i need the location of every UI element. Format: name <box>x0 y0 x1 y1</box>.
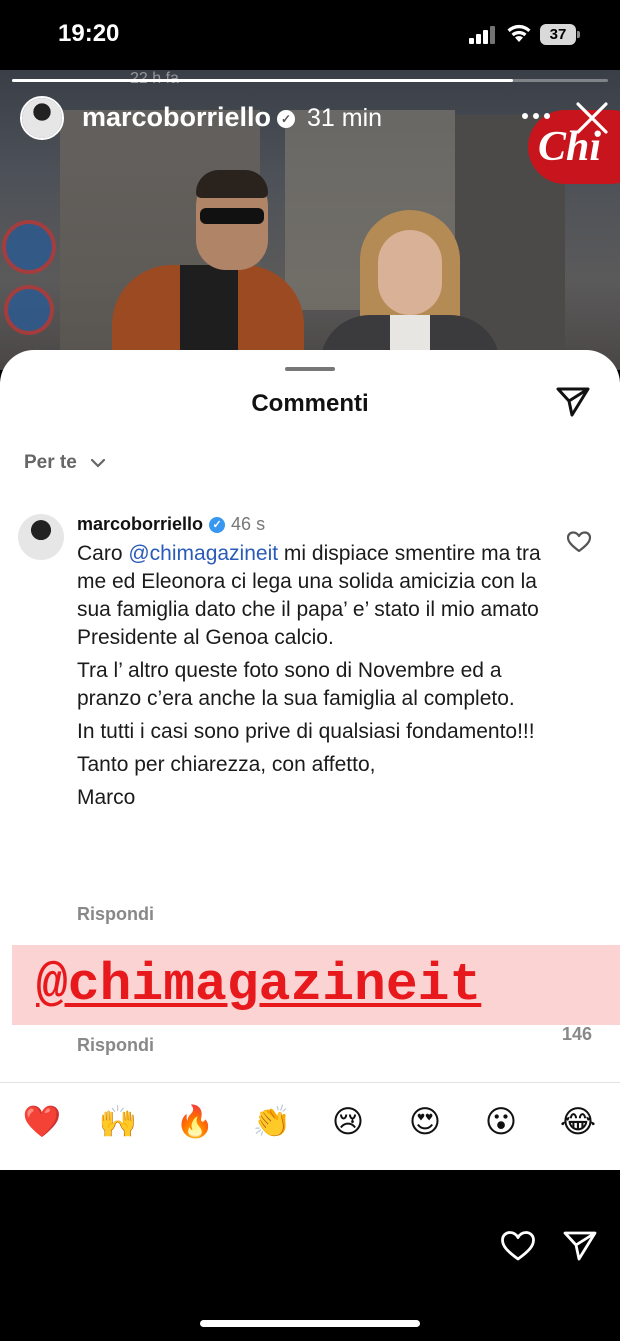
home-indicator[interactable] <box>200 1320 420 1327</box>
more-icon[interactable] <box>522 106 558 126</box>
emoji-reaction-bar: ❤️ 🙌 🔥 👏 😢 😍 😮 😂 <box>0 1102 620 1150</box>
sheet-title: Commenti <box>251 390 369 417</box>
emoji-surprised[interactable]: 😮 <box>481 1102 521 1142</box>
photo-person-woman <box>320 210 500 370</box>
likes-count: 146 <box>562 1024 593 1044</box>
comment-avatar[interactable] <box>18 514 64 560</box>
close-icon[interactable] <box>574 100 610 136</box>
comment-time: 46 s <box>231 514 266 534</box>
battery-icon: 37 <box>540 24 580 45</box>
comment-paragraph: Marco <box>77 786 136 809</box>
reply-button[interactable]: Rispondi <box>77 904 154 925</box>
street-sign <box>4 285 54 335</box>
mention-sticker-text[interactable]: @chimagazineit <box>36 955 481 1015</box>
share-icon[interactable] <box>555 386 591 418</box>
story-header: marcoborriello ✓ 31 min <box>0 92 620 144</box>
comment-paragraph: Caro @chimagazineit mi dispiace smentire… <box>77 542 541 649</box>
street-sign <box>2 220 56 274</box>
comment-filter-dropdown[interactable]: Per te <box>24 452 106 474</box>
reply-button[interactable]: Rispondi <box>77 1035 154 1056</box>
verified-icon: ✓ <box>209 517 226 534</box>
wifi-icon <box>507 24 531 42</box>
comment-username[interactable]: marcoborriello <box>77 514 203 534</box>
comments-sheet: Commenti Per te marcoborriello ✓ 46 s Caro… <box>0 350 620 1170</box>
comment-text: Caro @chimagazineit mi dispiace smentire… <box>77 540 547 817</box>
comment-paragraph: Tra l’ altro queste foto sono di Novembr… <box>77 659 515 710</box>
emoji-heart-eyes[interactable]: 😍 <box>405 1102 445 1142</box>
story-username-text[interactable]: marcoborriello <box>82 102 271 132</box>
emoji-heart[interactable]: ❤️ <box>22 1102 62 1142</box>
comment-paragraph: Tanto per chiarezza, con affetto, <box>77 753 376 776</box>
like-comment-heart-icon[interactable] <box>566 530 592 554</box>
emoji-laughing[interactable]: 😂 <box>558 1102 598 1142</box>
story-bottom-bar <box>0 1170 620 1341</box>
signal-icon <box>469 26 499 44</box>
story-mention-sticker[interactable]: @chimagazineit <box>12 945 620 1025</box>
sheet-grabber[interactable] <box>285 367 335 371</box>
filter-label: Per te <box>24 452 77 473</box>
story-username[interactable]: marcoborriello ✓ <box>82 102 296 133</box>
emoji-fire[interactable]: 🔥 <box>175 1102 215 1142</box>
battery-level: 37 <box>540 24 576 45</box>
emoji-clap[interactable]: 👏 <box>252 1102 292 1142</box>
story-time: 31 min <box>307 104 383 132</box>
send-icon[interactable] <box>562 1230 598 1262</box>
mention-link[interactable]: @chimagazineit <box>128 542 278 565</box>
emoji-crying[interactable]: 😢 <box>328 1102 368 1142</box>
verified-icon: ✓ <box>277 109 296 128</box>
emoji-raised-hands[interactable]: 🙌 <box>98 1102 138 1142</box>
chevron-down-icon <box>90 458 106 468</box>
story-progress-bar <box>12 79 608 82</box>
status-time: 19:20 <box>58 20 120 47</box>
comment-header: marcoborriello ✓ 46 s <box>77 514 265 535</box>
comment-paragraph: In tutti i casi sono prive di qualsiasi … <box>77 720 535 743</box>
avatar[interactable] <box>20 96 64 140</box>
photo-person-man <box>112 170 304 370</box>
heart-icon[interactable] <box>500 1230 536 1262</box>
divider <box>0 1082 620 1083</box>
status-bar: 19:20 37 <box>0 0 620 70</box>
